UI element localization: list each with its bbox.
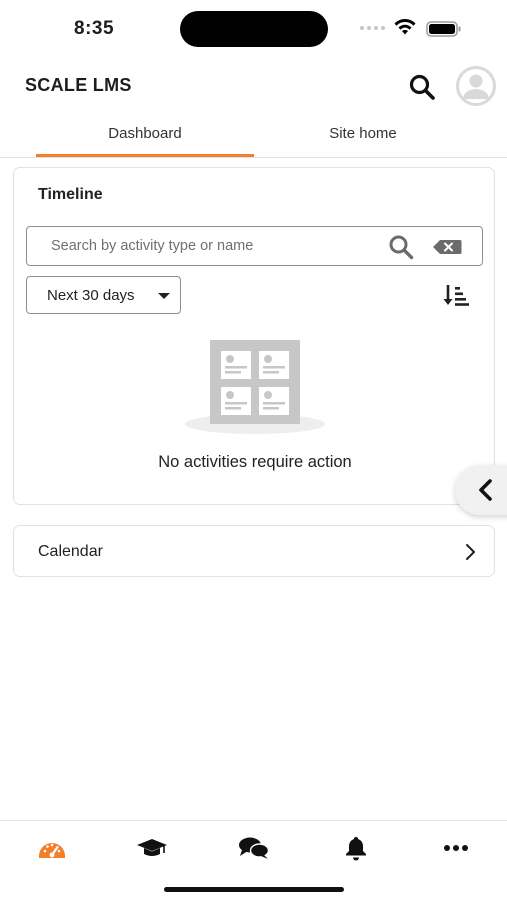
wifi-icon [394, 19, 416, 35]
backspace-icon [433, 240, 462, 254]
timeline-title: Timeline [38, 186, 103, 203]
empty-activities-illustration [185, 340, 325, 434]
date-range-value: Next 30 days [47, 287, 135, 304]
caret-down-icon [158, 293, 170, 299]
sort-button[interactable] [442, 282, 470, 308]
timeline-search-input[interactable] [39, 227, 379, 265]
timeline-search-box [26, 226, 483, 266]
active-tab-indicator [36, 154, 254, 157]
bell-icon [346, 837, 366, 861]
search-icon [409, 74, 435, 100]
sort-amount-icon [443, 285, 469, 306]
tab-dashboard[interactable]: Dashboard [36, 110, 254, 157]
nav-notifications[interactable] [336, 833, 376, 863]
timeline-search-button[interactable] [387, 233, 415, 261]
clear-search-button[interactable] [431, 237, 463, 257]
nav-messages[interactable] [234, 833, 274, 863]
nav-dashboard[interactable] [32, 833, 72, 863]
tab-site-home[interactable]: Site home [254, 110, 472, 157]
app-title: SCALE LMS [25, 75, 132, 95]
battery-icon [426, 21, 461, 37]
date-range-select[interactable]: Next 30 days [26, 276, 181, 314]
chevron-right-icon [466, 544, 475, 560]
calendar-label: Calendar [38, 543, 103, 560]
empty-state-message: No activities require action [158, 453, 352, 471]
chevron-left-icon [479, 479, 492, 501]
user-avatar[interactable] [456, 66, 496, 106]
status-bar: 8:35 [0, 0, 507, 58]
search-icon [389, 235, 414, 260]
status-time: 8:35 [74, 18, 115, 39]
block-drawer-toggle[interactable] [455, 465, 507, 515]
bottom-nav [0, 820, 507, 900]
user-icon [456, 66, 496, 106]
home-indicator [164, 887, 344, 892]
signal-dots-icon [360, 26, 385, 30]
nav-my-courses[interactable] [132, 833, 172, 863]
nav-more[interactable] [436, 833, 476, 863]
timeline-card: Timeline Next 30 days [13, 167, 495, 505]
tab-bar: Dashboard Site home [0, 110, 507, 158]
app-header: SCALE LMS [0, 60, 507, 110]
calendar-card[interactable]: Calendar [13, 525, 495, 577]
dynamic-island [180, 11, 328, 47]
messages-icon [239, 837, 270, 859]
more-icon [444, 845, 468, 851]
dashboard-gauge-icon [39, 843, 65, 858]
search-button[interactable] [406, 71, 438, 103]
graduation-cap-icon [137, 839, 167, 856]
